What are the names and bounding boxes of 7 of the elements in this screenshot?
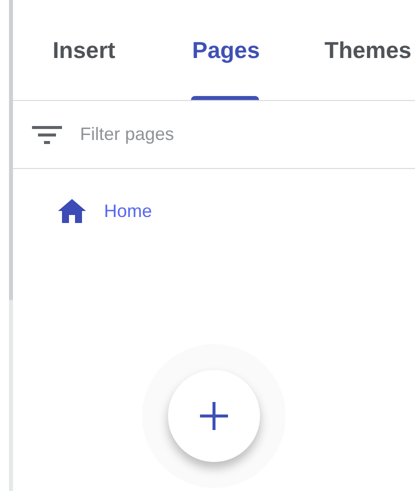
tab[interactable]: Pages [155, 0, 297, 100]
page-link[interactable]: Home [104, 200, 152, 222]
tab[interactable]: Themes [297, 0, 415, 100]
home-icon [58, 199, 86, 223]
plus-icon [200, 402, 228, 430]
tab[interactable]: Insert [13, 0, 155, 100]
filter-icon[interactable] [32, 126, 62, 144]
